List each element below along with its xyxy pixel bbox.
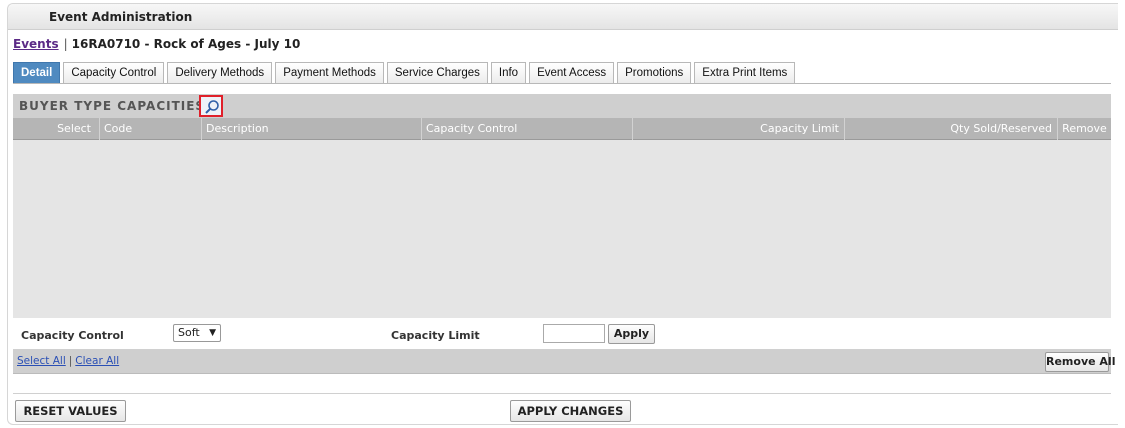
buyer-type-capacities-header: BUYER TYPE CAPACITIES bbox=[13, 94, 1111, 118]
table-body bbox=[13, 140, 1111, 318]
table-header: Select Code Description Capacity Control… bbox=[13, 118, 1111, 140]
clear-all-link[interactable]: Clear All bbox=[75, 355, 119, 367]
title-bar: Event Administration bbox=[8, 4, 1118, 30]
column-capacity-control[interactable]: Capacity Control bbox=[422, 118, 633, 140]
column-remove[interactable]: Remove bbox=[1058, 118, 1111, 140]
select-all-link[interactable]: Select All bbox=[17, 355, 66, 367]
remove-all-button[interactable]: Remove All bbox=[1045, 352, 1115, 372]
tab-extra-print-items[interactable]: Extra Print Items bbox=[694, 62, 796, 83]
apply-button[interactable]: Apply bbox=[608, 324, 655, 344]
page-title: Event Administration bbox=[49, 10, 193, 24]
column-select[interactable]: Select bbox=[13, 118, 100, 140]
divider bbox=[13, 393, 1111, 394]
tab-promotions[interactable]: Promotions bbox=[617, 62, 692, 83]
event-name: 16RA0710 - Rock of Ages - July 10 bbox=[71, 37, 301, 51]
column-code[interactable]: Code bbox=[100, 118, 202, 140]
breadcrumb: Events | 16RA0710 - Rock of Ages - July 10 bbox=[13, 37, 300, 51]
lookup-button[interactable] bbox=[199, 95, 223, 117]
magnifier-icon bbox=[205, 100, 219, 114]
reset-values-button[interactable]: RESET VALUES bbox=[15, 400, 126, 422]
column-description[interactable]: Description bbox=[202, 118, 422, 140]
tab-bar: Detail Capacity Control Delivery Methods… bbox=[13, 62, 796, 84]
capacity-control-label: Capacity Control bbox=[21, 329, 124, 342]
column-qty-sold-reserved[interactable]: Qty Sold/Reserved bbox=[845, 118, 1058, 140]
section-title: BUYER TYPE CAPACITIES bbox=[19, 99, 206, 113]
column-capacity-limit[interactable]: Capacity Limit bbox=[633, 118, 845, 140]
selection-bar: Select All | Clear All Remove All bbox=[13, 350, 1115, 374]
capacity-limit-label: Capacity Limit bbox=[391, 329, 480, 342]
tab-underline bbox=[13, 83, 1111, 84]
tab-payment-methods[interactable]: Payment Methods bbox=[275, 62, 384, 83]
bulk-edit-controls: Capacity Control Soft ▼ Capacity Limit A… bbox=[13, 318, 1111, 350]
events-link[interactable]: Events bbox=[13, 37, 59, 51]
breadcrumb-separator: | bbox=[63, 37, 68, 51]
tab-event-access[interactable]: Event Access bbox=[529, 62, 615, 83]
apply-changes-button[interactable]: APPLY CHANGES bbox=[510, 400, 631, 422]
tab-capacity-control[interactable]: Capacity Control bbox=[63, 62, 165, 83]
tab-detail[interactable]: Detail bbox=[13, 62, 61, 83]
tab-delivery-methods[interactable]: Delivery Methods bbox=[167, 62, 273, 83]
dropdown-arrow-icon: ▼ bbox=[209, 328, 216, 338]
links-separator: | bbox=[68, 355, 73, 367]
tab-info[interactable]: Info bbox=[490, 62, 527, 83]
tab-service-charges[interactable]: Service Charges bbox=[386, 62, 488, 83]
capacity-limit-input[interactable] bbox=[543, 324, 605, 343]
capacity-control-select[interactable]: Soft ▼ bbox=[173, 324, 221, 342]
capacity-control-value: Soft bbox=[178, 326, 200, 339]
